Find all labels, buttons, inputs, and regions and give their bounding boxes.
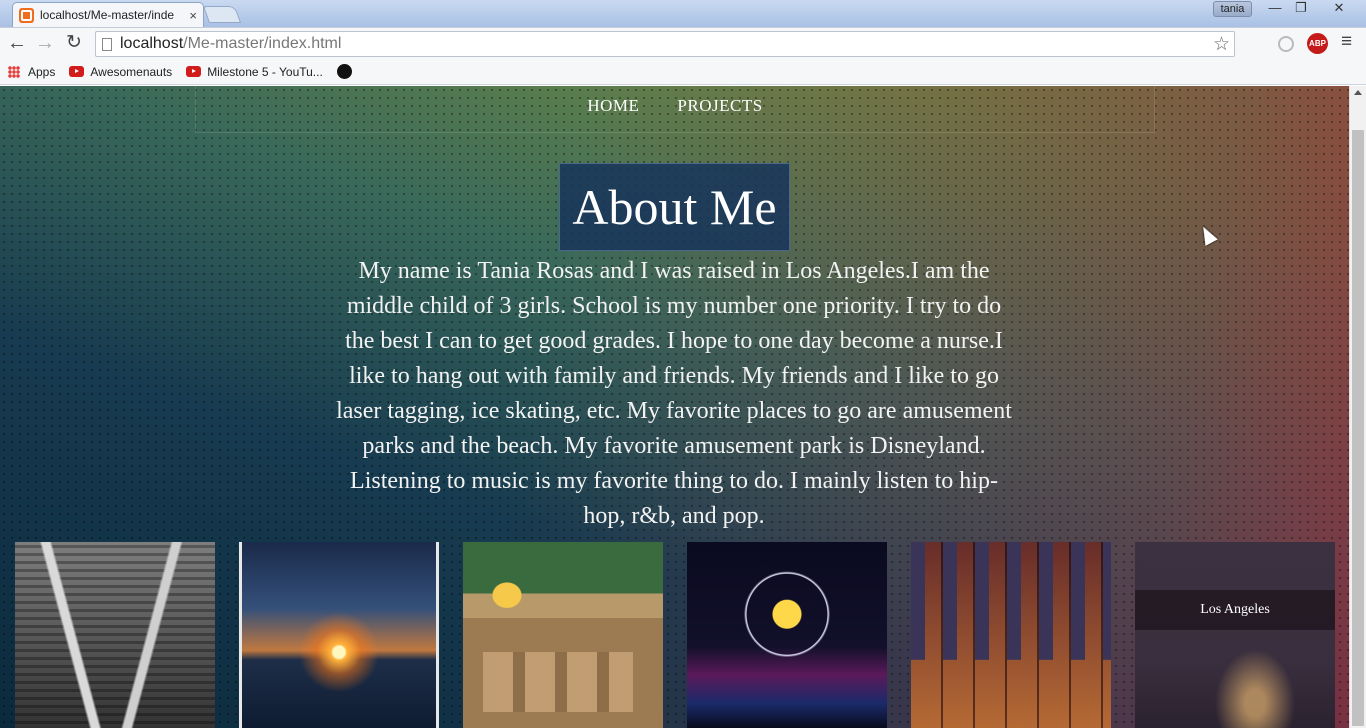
- page-icon: [102, 37, 112, 51]
- bookmark-label: Milestone 5 - YouTu...: [207, 64, 323, 79]
- cartoon-classroom-image[interactable]: [463, 542, 663, 728]
- tab-title: localhost/Me-master/inde: [40, 8, 175, 22]
- roller-coaster-image[interactable]: [15, 542, 215, 728]
- bookmark-github[interactable]: [336, 64, 352, 79]
- apps-grid-icon: [8, 65, 20, 78]
- disney-ferris-wheel-image[interactable]: [687, 542, 887, 728]
- sunset-beach-image[interactable]: [239, 542, 439, 728]
- bookmark-milestone[interactable]: Milestone 5 - YouTu...: [186, 65, 323, 79]
- url-host: localhost: [120, 35, 184, 52]
- browser-tab[interactable]: localhost/Me-master/inde ×: [12, 2, 204, 27]
- youtube-icon: [69, 66, 85, 77]
- back-arrow-icon[interactable]: ←: [5, 32, 29, 56]
- los-angeles-image[interactable]: Los Angeles: [1135, 542, 1335, 728]
- forward-arrow-icon[interactable]: →: [33, 32, 57, 56]
- bookmark-label: Apps: [28, 64, 56, 79]
- image-caption: Los Angeles: [1200, 602, 1270, 617]
- page-title: About Me: [572, 179, 777, 235]
- browser-menu-icon[interactable]: ≡: [1341, 31, 1352, 53]
- minimize-button[interactable]: —: [1263, 0, 1287, 18]
- scroll-thumb[interactable]: [1352, 130, 1364, 726]
- nav-home-link[interactable]: HOME: [587, 96, 639, 116]
- tab-close-icon[interactable]: ×: [189, 8, 197, 23]
- bookmark-awesomenauts[interactable]: Awesomenauts: [69, 65, 172, 79]
- window-titlebar: localhost/Me-master/inde × tania — ❐ ✕: [0, 0, 1366, 27]
- scroll-up-arrow-icon[interactable]: [1354, 90, 1362, 95]
- url-path: /Me-master/index.html: [183, 35, 342, 52]
- browser-toolbar: ← → ↻ localhost/Me-master/index.html ☆ A…: [0, 27, 1366, 59]
- bio-paragraph: My name is Tania Rosas and I was raised …: [336, 258, 1012, 529]
- reload-icon[interactable]: ↻: [62, 32, 86, 56]
- bookmark-star-icon[interactable]: ☆: [1213, 33, 1230, 56]
- piano-city-image[interactable]: [911, 542, 1111, 728]
- close-window-button[interactable]: ✕: [1318, 0, 1360, 18]
- address-bar[interactable]: localhost/Me-master/index.html ☆: [95, 31, 1235, 57]
- bookmark-apps[interactable]: Apps: [8, 65, 55, 79]
- page-viewport: HOME PROJECTS About Me My name is Tania …: [0, 86, 1349, 728]
- bookmark-label: Awesomenauts: [90, 64, 173, 79]
- extension-loading-icon[interactable]: [1278, 36, 1294, 52]
- heading-box: About Me: [559, 163, 790, 251]
- profile-badge[interactable]: tania: [1213, 1, 1252, 17]
- xampp-favicon-icon: [19, 7, 34, 23]
- new-tab-button[interactable]: [202, 6, 242, 23]
- bookmarks-bar: Apps Awesomenauts Milestone 5 - YouTu...: [0, 59, 1366, 85]
- maximize-button[interactable]: ❐: [1289, 0, 1313, 18]
- youtube-icon: [186, 66, 202, 77]
- github-icon: [336, 64, 352, 79]
- site-navbar: HOME PROJECTS: [195, 86, 1155, 133]
- adblock-plus-icon[interactable]: ABP: [1307, 33, 1328, 54]
- image-caption-band: Los Angeles: [1135, 590, 1335, 630]
- page-scrollbar[interactable]: [1349, 86, 1366, 728]
- nav-projects-link[interactable]: PROJECTS: [677, 96, 762, 116]
